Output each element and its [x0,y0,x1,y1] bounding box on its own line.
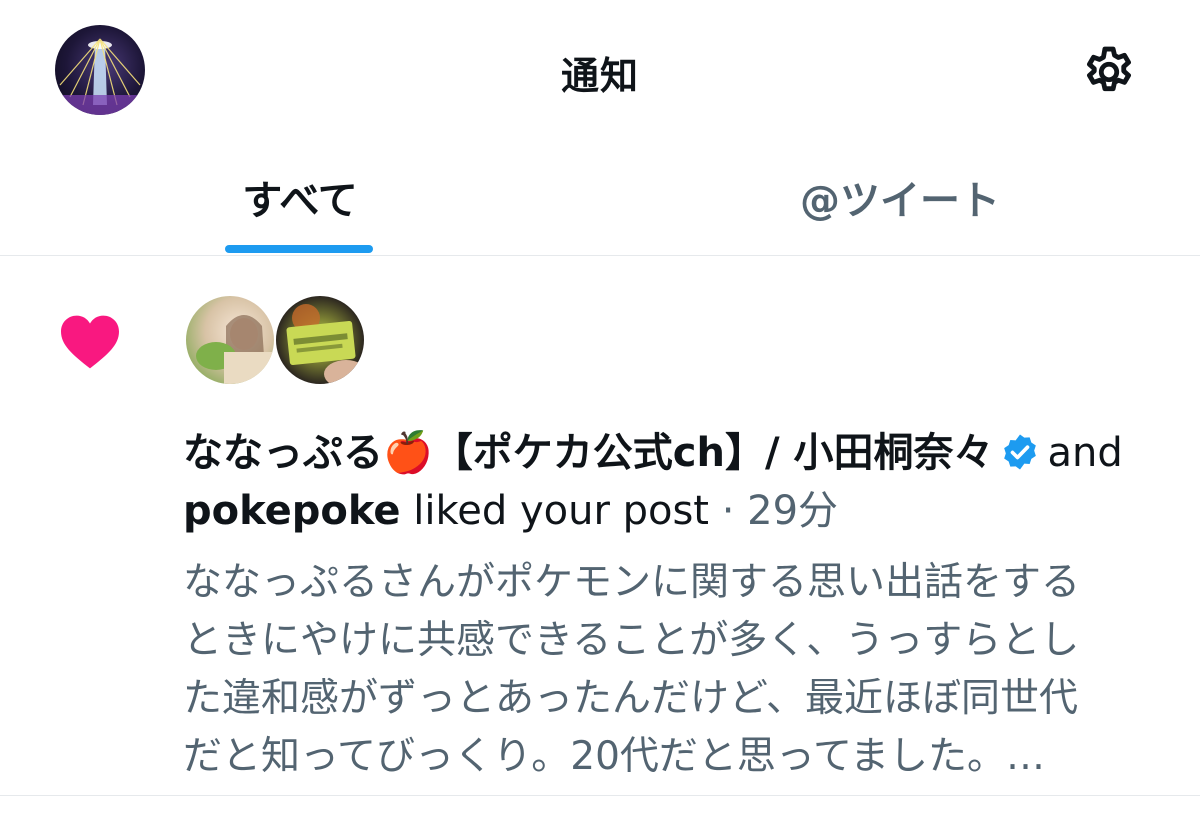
separator-dot: · [721,488,735,534]
excerpt-line: ときにやけに共感できることが多く、うっすらとし [183,618,1080,663]
tab-mentions[interactable]: @ツイート [600,168,1200,226]
liker-name-2[interactable]: pokepoke [183,488,401,534]
top-bar: 通知 [0,0,1200,140]
post-excerpt[interactable]: ななっぷるさんがポケモンに関する思い出話をする ときにやけに共感できることが多く… [183,554,1163,786]
excerpt-line: ななっぷるさんがポケモンに関する思い出話をする [183,560,1081,605]
active-tab-indicator [225,245,373,253]
liker-name-1[interactable]: ななっぷる🍎【ポケカ公式ch】/ 小田桐奈々 [183,430,994,476]
tab-bar: すべて @ツイート [0,150,1200,256]
action-text: liked your post [413,488,709,534]
liker-avatar-2[interactable] [274,294,366,386]
timestamp: 29分 [747,488,839,534]
notification-text: ななっぷる🍎【ポケカ公式ch】/ 小田桐奈々 and pokepoke liked … [183,424,1173,540]
heart-icon [58,313,122,371]
gear-icon[interactable] [1080,43,1138,101]
verified-badge-icon [1000,430,1040,470]
notification-item[interactable]: ななっぷる🍎【ポケカ公式ch】/ 小田桐奈々 and pokepoke liked … [0,256,1200,796]
page-title: 通知 [560,54,639,98]
excerpt-line: た違和感がずっとあったんだけど、最近ほぼ同世代 [183,676,1079,721]
excerpt-line: だと知ってびっくり。20代だと思ってました。… [183,734,1045,779]
tab-all[interactable]: すべて [0,168,600,226]
liker-avatar-1[interactable] [184,294,276,386]
names-joiner: and [1047,430,1123,476]
